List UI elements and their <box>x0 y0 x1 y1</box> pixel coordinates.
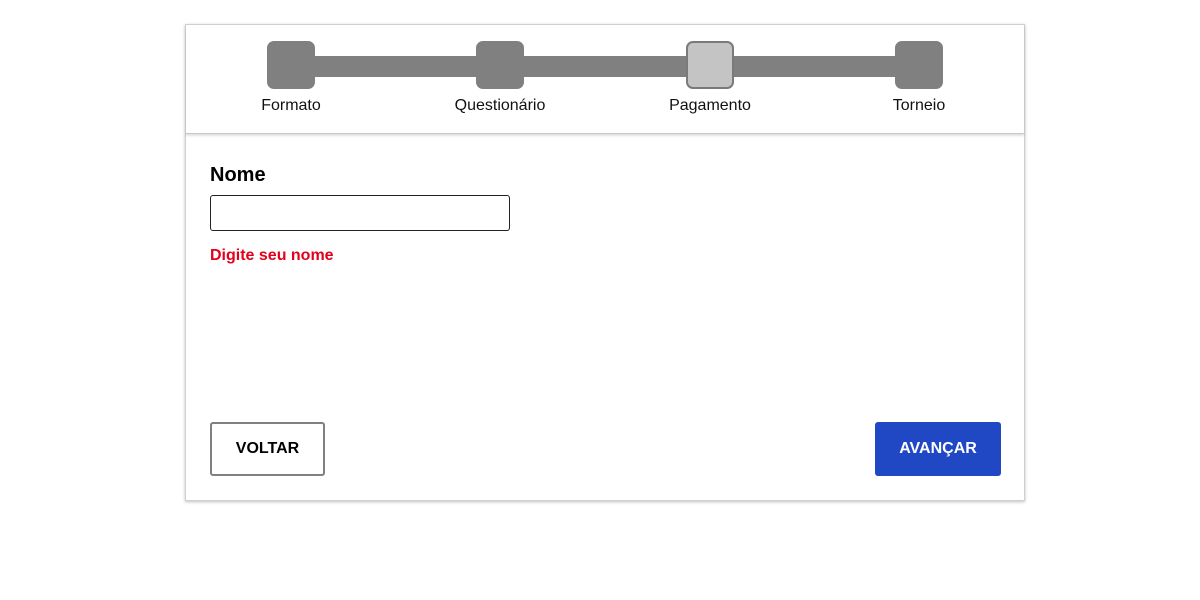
step-formato[interactable]: Formato <box>226 41 356 115</box>
form-card: Formato Questionário Pagamento Torneio N… <box>185 24 1025 501</box>
step-pagamento-indicator <box>686 41 734 89</box>
name-form: Nome Digite seu nome <box>186 134 1024 265</box>
step-questionario-label: Questionário <box>454 97 546 114</box>
step-formato-label: Formato <box>261 97 321 114</box>
step-questionario-indicator <box>476 41 524 89</box>
step-torneio[interactable]: Torneio <box>854 41 984 115</box>
progress-stepper: Formato Questionário Pagamento Torneio <box>186 25 1024 134</box>
step-pagamento[interactable]: Pagamento <box>645 41 775 115</box>
next-button[interactable]: AVANÇAR <box>875 422 1001 476</box>
name-error-message: Digite seu nome <box>210 247 334 264</box>
step-torneio-indicator <box>895 41 943 89</box>
stepper-track <box>291 56 919 77</box>
name-label: Nome <box>210 164 266 186</box>
step-pagamento-label: Pagamento <box>669 97 751 114</box>
back-button[interactable]: VOLTAR <box>210 422 325 476</box>
name-input[interactable] <box>210 195 510 231</box>
step-torneio-label: Torneio <box>892 97 946 114</box>
step-questionario[interactable]: Questionário <box>435 41 565 115</box>
step-formato-indicator <box>267 41 315 89</box>
